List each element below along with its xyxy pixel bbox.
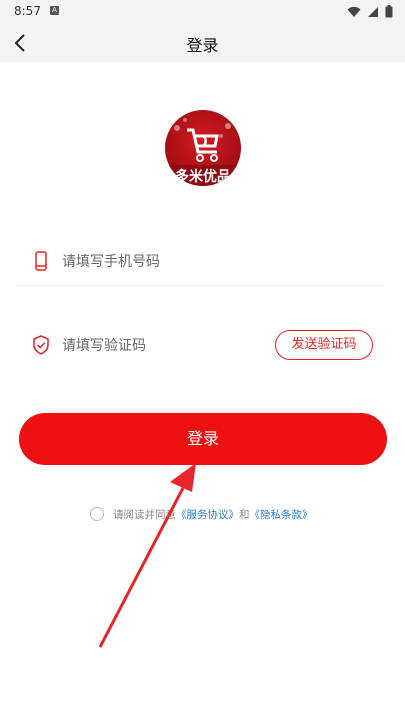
send-code-button[interactable]: 发送验证码 xyxy=(275,330,373,360)
status-time: 8:57 xyxy=(14,4,41,18)
phone-row xyxy=(16,237,384,286)
signal-icon xyxy=(368,6,378,17)
agreement-and: 和 xyxy=(239,508,250,521)
phone-icon xyxy=(35,251,47,271)
status-icons xyxy=(347,5,393,18)
agreement-prefix: 请阅读并同意 xyxy=(113,508,176,521)
app-logo: 多米优品 xyxy=(165,110,241,186)
page-title: 登录 xyxy=(186,36,219,55)
logo-text: 多米优品 xyxy=(175,168,231,185)
code-input[interactable] xyxy=(60,331,264,361)
privacy-policy-link[interactable]: 《隐私条款》 xyxy=(250,507,313,522)
service-agreement-link[interactable]: 《服务协议》 xyxy=(176,507,239,522)
phone-input[interactable] xyxy=(60,247,264,277)
agree-checkbox[interactable] xyxy=(90,507,104,521)
login-button[interactable]: 登录 xyxy=(19,413,387,465)
app-bar: 登录 xyxy=(0,24,405,62)
shield-check-icon xyxy=(33,335,49,355)
status-bar: 8:57 A xyxy=(0,0,405,24)
wifi-icon xyxy=(347,6,361,17)
agreement: 请阅读并同意 《服务协议》 和 《隐私条款》 xyxy=(90,505,313,523)
notification-a-icon: A xyxy=(50,6,59,15)
code-row: 发送验证码 xyxy=(16,321,384,369)
battery-icon xyxy=(385,5,393,18)
